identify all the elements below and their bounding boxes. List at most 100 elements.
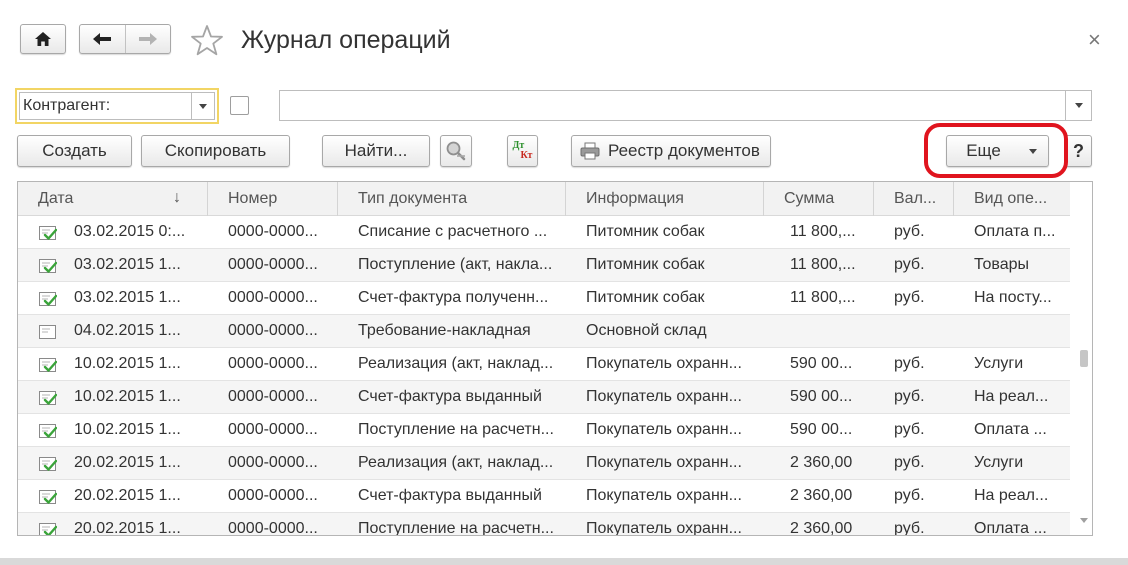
cell-date: 03.02.2015 1... (74, 289, 181, 306)
scroll-down-icon[interactable] (1080, 518, 1088, 523)
table-row[interactable]: 03.02.2015 1... 0000-0000... Счет-фактура … (18, 282, 1070, 315)
kt-label: Кт (520, 150, 533, 161)
column-header-number[interactable]: Номер (208, 182, 338, 216)
table-row[interactable]: 03.02.2015 1... 0000-0000... Поступление (… (18, 249, 1070, 282)
cell-currency: руб. (894, 256, 925, 273)
arrow-left-icon (93, 33, 112, 45)
column-header-op-type[interactable]: Вид опе... (954, 182, 1070, 216)
history-nav (79, 24, 171, 54)
posted-document-icon (39, 424, 58, 439)
more-actions-button[interactable]: Еще (946, 135, 1049, 167)
cell-currency: руб. (894, 355, 925, 372)
column-header-info[interactable]: Информация (566, 182, 764, 216)
document-registry-label: Реестр документов (608, 141, 760, 160)
posted-document-icon (39, 391, 58, 406)
cell-op-type: Товары (974, 256, 1030, 273)
posting-journal-button[interactable]: Дт Кт (507, 135, 538, 167)
cell-op-type: Услуги (974, 355, 1024, 372)
find-button[interactable]: Найти... (322, 135, 430, 167)
column-header-date[interactable]: Дата ↓ (18, 182, 208, 216)
back-button[interactable] (80, 25, 125, 53)
contractor-filter-field[interactable]: Контрагент: (15, 88, 219, 124)
cell-doc-type: Требование-накладная (358, 322, 531, 339)
cell-currency: руб. (894, 454, 925, 471)
cell-op-type (974, 315, 1066, 347)
cell-currency: руб. (894, 289, 925, 306)
cell-info: Питомник собак (586, 256, 705, 273)
cell-info: Покупатель охранн... (586, 454, 742, 471)
more-actions-label: Еще (966, 141, 1001, 160)
filter-value-dropdown-button[interactable] (1066, 90, 1092, 121)
cell-currency (894, 315, 950, 347)
column-header-sum[interactable]: Сумма (764, 182, 874, 216)
cell-sum: 590 00... (790, 355, 853, 372)
cell-op-type: Оплата п... (974, 223, 1056, 240)
cell-info: Питомник собак (586, 223, 705, 240)
create-button[interactable]: Создать (17, 135, 132, 167)
close-icon[interactable]: × (1088, 27, 1101, 53)
cell-sum: 11 800,... (790, 289, 856, 306)
home-button[interactable] (20, 24, 66, 54)
cell-doc-type: Списание с расчетного ... (358, 223, 548, 240)
cell-number: 0000-0000... (228, 454, 318, 471)
cell-info: Покупатель охранн... (586, 421, 742, 438)
table-row[interactable]: 10.02.2015 1... 0000-0000... Поступление н… (18, 414, 1070, 447)
posted-document-icon (39, 358, 58, 373)
cell-sum: 11 800,... (790, 256, 856, 273)
cell-number: 0000-0000... (228, 355, 318, 372)
posted-document-icon (39, 226, 58, 241)
cell-op-type: На реал... (974, 487, 1049, 504)
cell-doc-type: Поступление на расчетн... (358, 421, 554, 438)
scrollbar-thumb[interactable] (1080, 350, 1088, 367)
star-icon (191, 25, 223, 56)
cell-date: 03.02.2015 0:... (74, 223, 186, 240)
cell-currency: руб. (894, 421, 925, 438)
column-header-doc-type[interactable]: Тип документа (338, 182, 566, 216)
table-row[interactable]: 10.02.2015 1... 0000-0000... Реализация (а… (18, 348, 1070, 381)
sort-descending-icon: ↓ (173, 189, 181, 206)
cell-date: 20.02.2015 1... (74, 520, 181, 536)
document-registry-button[interactable]: Реестр документов (571, 135, 771, 167)
table-row[interactable]: 10.02.2015 1... 0000-0000... Счет-фактура … (18, 381, 1070, 414)
cell-date: 10.02.2015 1... (74, 421, 181, 438)
copy-button[interactable]: Скопировать (141, 135, 290, 167)
cancel-search-button[interactable] (440, 135, 472, 167)
cell-number: 0000-0000... (228, 322, 318, 339)
cell-op-type: На посту... (974, 289, 1052, 306)
dt-kt-icon: Дт Кт (511, 140, 535, 162)
cell-number: 0000-0000... (228, 520, 318, 536)
contractor-dropdown-button[interactable] (191, 92, 215, 120)
cell-currency: руб. (894, 520, 925, 536)
cell-number: 0000-0000... (228, 388, 318, 405)
cell-doc-type: Поступление (акт, накла... (358, 256, 553, 273)
posted-document-icon (39, 457, 58, 472)
table-row[interactable]: 04.02.2015 1... 0000-0000... Требование-на… (18, 315, 1070, 348)
cell-number: 0000-0000... (228, 256, 318, 273)
page-title: Журнал операций (241, 26, 451, 54)
printer-icon (580, 142, 600, 160)
cell-info: Питомник собак (586, 289, 705, 306)
vertical-scrollbar[interactable] (1077, 216, 1092, 535)
cell-sum (790, 315, 872, 347)
table-row[interactable]: 20.02.2015 1... 0000-0000... Счет-фактура … (18, 480, 1070, 513)
cell-info: Покупатель охранн... (586, 388, 742, 405)
favorite-star-button[interactable] (190, 24, 224, 56)
filter-value-input[interactable] (279, 90, 1066, 121)
chevron-down-icon (199, 103, 207, 109)
cell-date: 04.02.2015 1... (74, 322, 181, 339)
cell-date: 10.02.2015 1... (74, 355, 181, 372)
table-row[interactable]: 20.02.2015 1... 0000-0000... Поступление н… (18, 513, 1070, 536)
posted-document-icon (39, 259, 58, 274)
filter-enable-checkbox[interactable] (230, 96, 249, 115)
cell-sum: 11 800,... (790, 223, 856, 240)
help-button[interactable]: ? (1065, 135, 1092, 167)
cell-sum: 590 00... (790, 388, 853, 405)
contractor-filter-label[interactable]: Контрагент: (19, 92, 191, 120)
cell-op-type: Оплата ... (974, 520, 1047, 536)
column-header-currency[interactable]: Вал... (874, 182, 954, 216)
forward-button[interactable] (126, 25, 171, 53)
table-row[interactable]: 20.02.2015 1... 0000-0000... Реализация (а… (18, 447, 1070, 480)
cell-doc-type: Счет-фактура выданный (358, 487, 542, 504)
cell-doc-type: Реализация (акт, наклад... (358, 454, 554, 471)
table-row[interactable]: 03.02.2015 0:... 0000-0000... Списание с р… (18, 216, 1070, 249)
